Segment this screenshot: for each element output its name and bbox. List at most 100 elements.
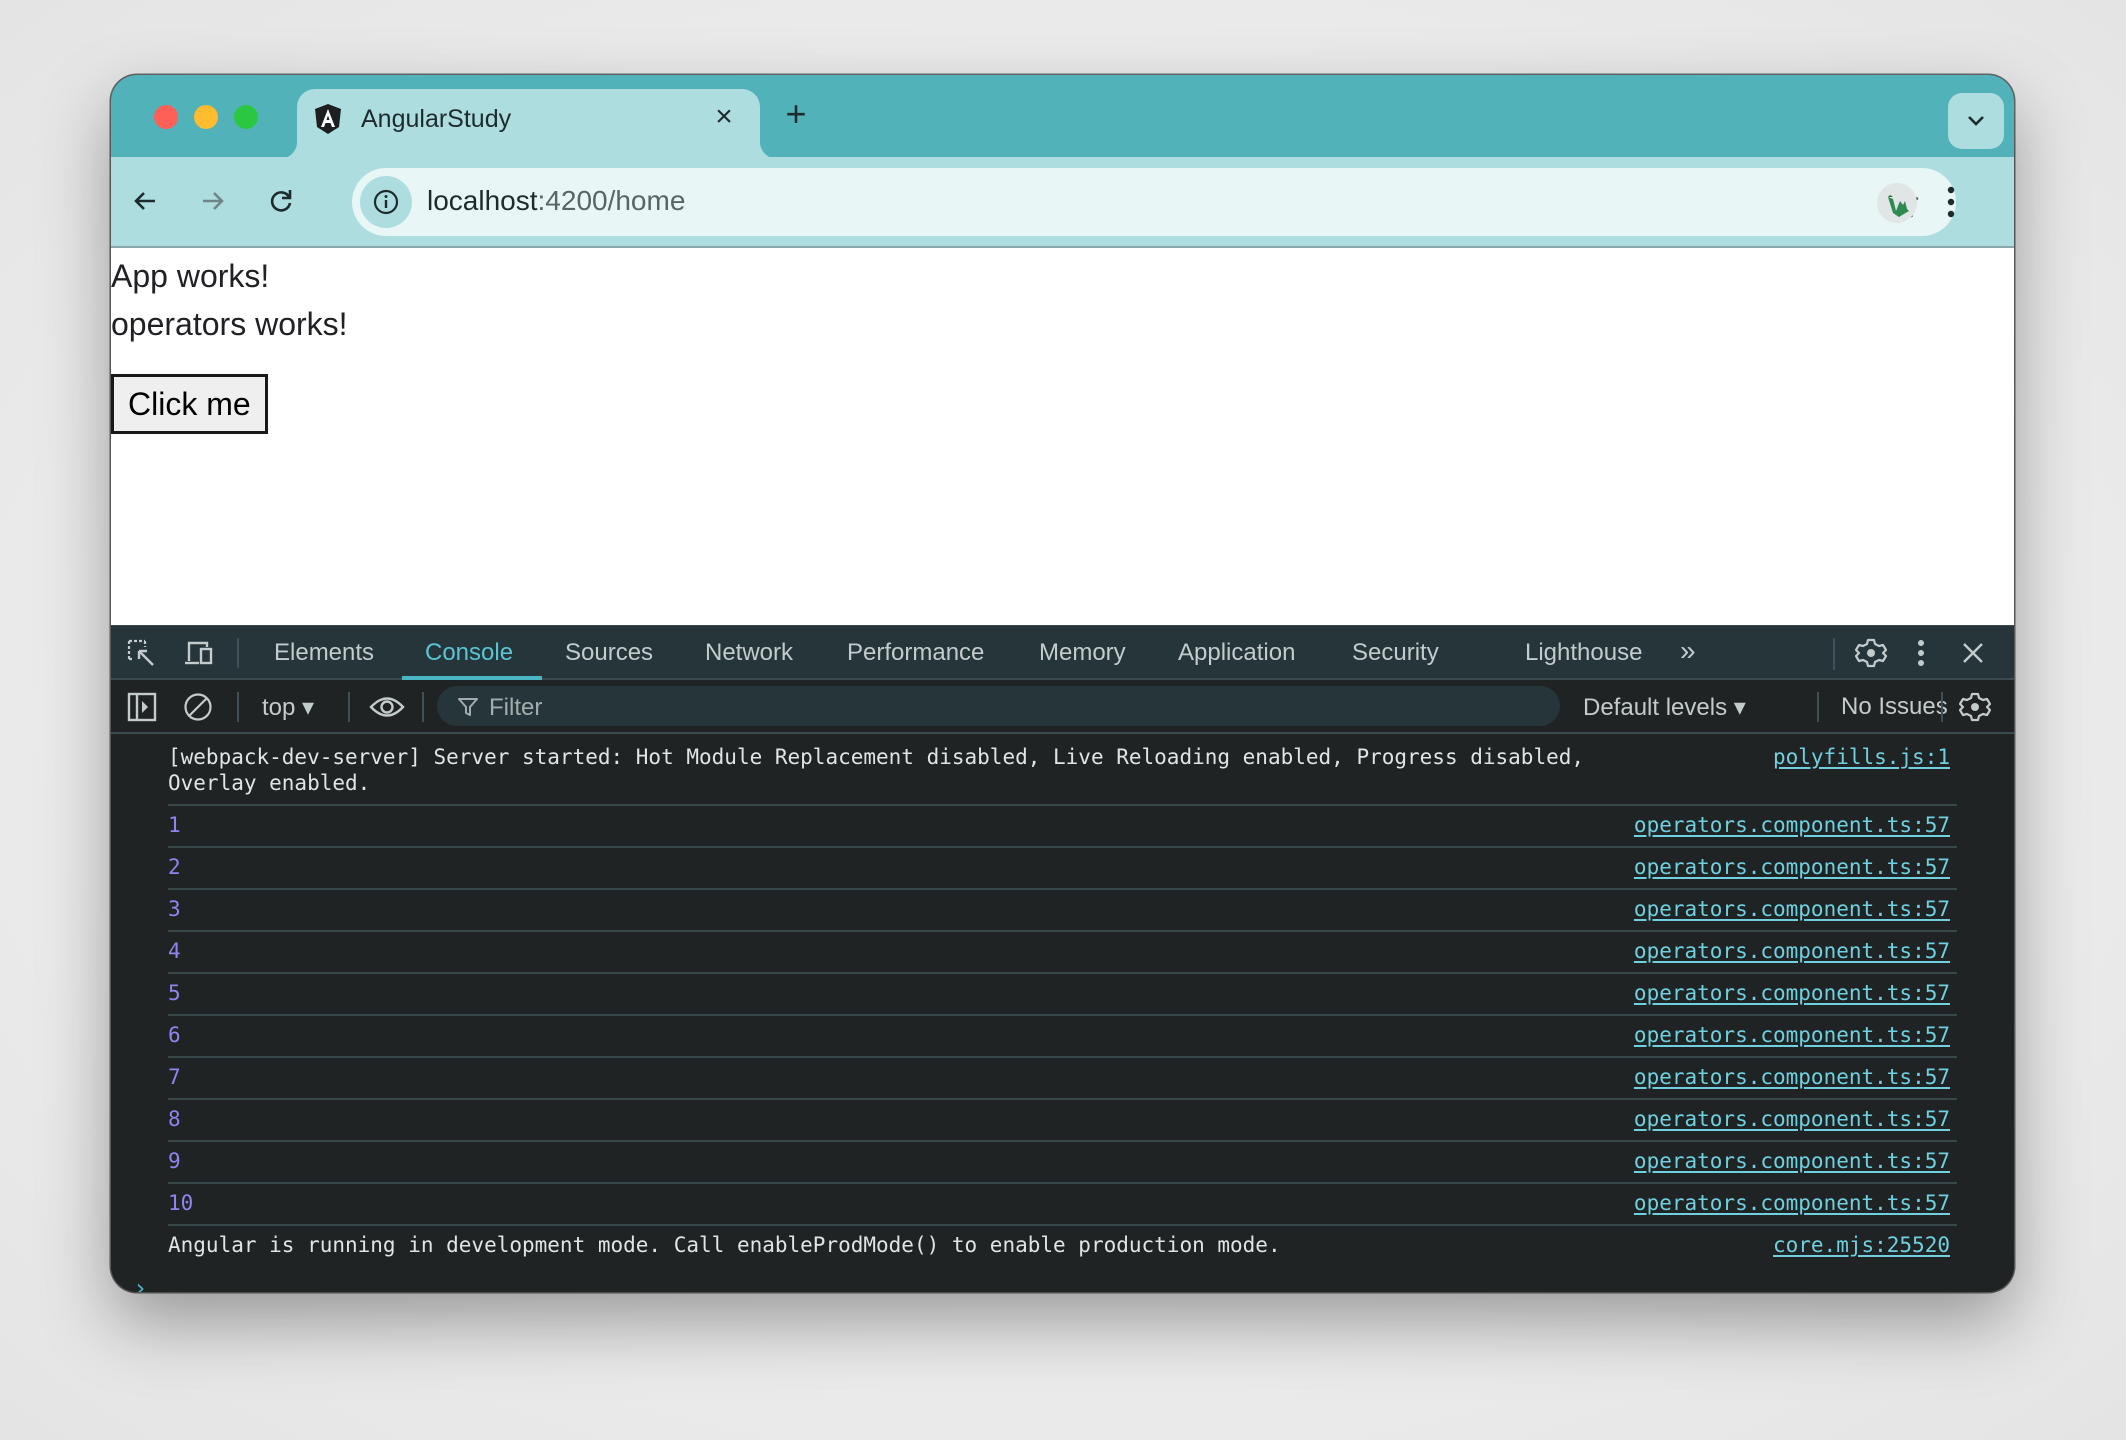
filter-funnel-icon [458, 698, 478, 716]
issues-button[interactable]: No Issues [1841, 693, 1948, 721]
console-message: Angular is running in development mode. … [168, 1224, 1957, 1266]
console-source-link[interactable]: operators.component.ts:57 [1634, 1106, 1950, 1132]
divider [237, 638, 239, 668]
devtools-tab-bar: Elements Console Sources Network Perform… [111, 626, 2014, 680]
console-message: 1 operators.component.ts:57 [168, 804, 1957, 846]
tab-console[interactable]: Console [425, 639, 513, 667]
forward-button[interactable] [191, 179, 235, 223]
console-source-link[interactable]: operators.component.ts:57 [1634, 1148, 1950, 1174]
console-message: 6 operators.component.ts:57 [168, 1014, 1957, 1056]
arrow-left-icon [134, 192, 155, 210]
console-message-text: [webpack-dev-server] Server started: Hot… [168, 745, 1585, 795]
console-message: 8 operators.component.ts:57 [168, 1098, 1957, 1140]
devtools-panel: Elements Console Sources Network Perform… [111, 625, 2014, 1292]
click-me-button[interactable]: Click me [111, 374, 268, 434]
tab-title: AngularStudy [361, 105, 512, 133]
arrow-right-icon [203, 192, 224, 210]
console-source-link[interactable]: operators.component.ts:57 [1634, 854, 1950, 880]
console-source-link[interactable]: operators.component.ts:57 [1634, 812, 1950, 838]
console-number-value: 8 [168, 1107, 181, 1131]
tab-sources[interactable]: Sources [565, 639, 653, 667]
device-toolbar-icon[interactable] [183, 639, 215, 667]
divider [1833, 638, 1835, 670]
console-number-value: 9 [168, 1149, 181, 1173]
info-icon [373, 189, 399, 215]
filter-input[interactable]: Filter [437, 686, 1560, 726]
context-selector[interactable]: top ▾ [262, 693, 314, 722]
console-source-link[interactable]: operators.component.ts:57 [1634, 980, 1950, 1006]
console-source-link[interactable]: operators.component.ts:57 [1634, 1190, 1950, 1216]
console-prompt[interactable]: › [133, 1274, 147, 1292]
console-message: [webpack-dev-server] Server started: Hot… [168, 738, 1957, 800]
close-window-button[interactable] [154, 105, 178, 129]
site-info-button[interactable] [360, 176, 412, 228]
browser-toolbar: localhost:4200/home [111, 157, 2014, 248]
url-path: :4200/home [537, 185, 686, 216]
tab-memory[interactable]: Memory [1039, 639, 1126, 667]
console-message: 4 operators.component.ts:57 [168, 930, 1957, 972]
console-number-value: 2 [168, 855, 181, 879]
console-source-link[interactable]: operators.component.ts:57 [1634, 1022, 1950, 1048]
tab-elements[interactable]: Elements [274, 639, 374, 667]
chevron-down-icon [1968, 116, 1984, 126]
reload-button[interactable] [259, 179, 303, 223]
angular-logo-icon [315, 104, 341, 134]
address-bar[interactable]: localhost:4200/home [352, 168, 1956, 236]
profile-avatar[interactable] [1877, 183, 1917, 223]
console-message: 3 operators.component.ts:57 [168, 888, 1957, 930]
console-number-value: 1 [168, 813, 181, 837]
divider [237, 692, 239, 722]
console-source-link[interactable]: operators.component.ts:57 [1634, 938, 1950, 964]
devtools-menu-icon[interactable] [1911, 637, 1931, 669]
console-message: 10 operators.component.ts:57 [168, 1182, 1957, 1224]
console-source-link[interactable]: core.mjs:25520 [1773, 1232, 1950, 1258]
console-message: 2 operators.component.ts:57 [168, 846, 1957, 888]
console-number-value: 10 [168, 1191, 194, 1215]
console-number-value: 5 [168, 981, 181, 1005]
console-source-link[interactable]: polyfills.js:1 [1773, 744, 1950, 770]
tab-search-button[interactable] [1948, 93, 2004, 149]
tab-lighthouse[interactable]: Lighthouse [1525, 639, 1642, 667]
divider [348, 692, 350, 722]
clear-console-icon[interactable] [183, 692, 213, 722]
settings-gear-icon[interactable] [1855, 637, 1887, 669]
reload-icon [270, 190, 292, 212]
console-toolbar: top ▾ Filter Default levels ▾ No Issues [111, 680, 2014, 734]
console-message: 7 operators.component.ts:57 [168, 1056, 1957, 1098]
log-levels-dropdown[interactable]: Default levels ▾ [1583, 693, 1746, 722]
console-source-link[interactable]: operators.component.ts:57 [1634, 1064, 1950, 1090]
tab-security[interactable]: Security [1352, 639, 1439, 667]
inspect-element-icon[interactable] [127, 639, 159, 667]
live-expression-eye-icon[interactable] [369, 694, 405, 720]
close-devtools-icon[interactable] [1959, 639, 1987, 667]
browser-window: AngularStudy × + localhost:4200/home App… [111, 75, 2014, 1292]
console-number-value: 6 [168, 1023, 181, 1047]
console-settings-gear-icon[interactable] [1959, 691, 1991, 723]
page-content: App works! operators works! Click me [111, 248, 2014, 625]
url-host: localhost [427, 185, 538, 216]
more-tabs-button[interactable]: » [1680, 635, 1696, 667]
url-text[interactable]: localhost:4200/home [427, 185, 685, 217]
divider [422, 692, 424, 722]
sidebar-toggle-icon[interactable] [127, 692, 157, 722]
tab-close-button[interactable]: × [706, 99, 742, 135]
console-number-value: 3 [168, 897, 181, 921]
console-message-text: Angular is running in development mode. … [168, 1233, 1281, 1257]
browser-menu-icon[interactable] [1931, 179, 1971, 225]
browser-tab[interactable]: AngularStudy × [279, 89, 778, 159]
zoom-window-button[interactable] [234, 105, 258, 129]
console-number-value: 4 [168, 939, 181, 963]
tab-network[interactable]: Network [705, 639, 793, 667]
tab-application[interactable]: Application [1178, 639, 1295, 667]
divider [1941, 692, 1943, 722]
app-works-text: App works! [111, 258, 270, 294]
console-source-link[interactable]: operators.component.ts:57 [1634, 896, 1950, 922]
minimize-window-button[interactable] [194, 105, 218, 129]
new-tab-button[interactable]: + [776, 95, 816, 135]
operators-works-text: operators works! [111, 306, 348, 342]
divider [1817, 692, 1819, 722]
back-button[interactable] [123, 179, 167, 223]
title-bar: AngularStudy × + [111, 75, 2014, 159]
tab-performance[interactable]: Performance [847, 639, 984, 667]
filter-placeholder: Filter [489, 694, 543, 721]
